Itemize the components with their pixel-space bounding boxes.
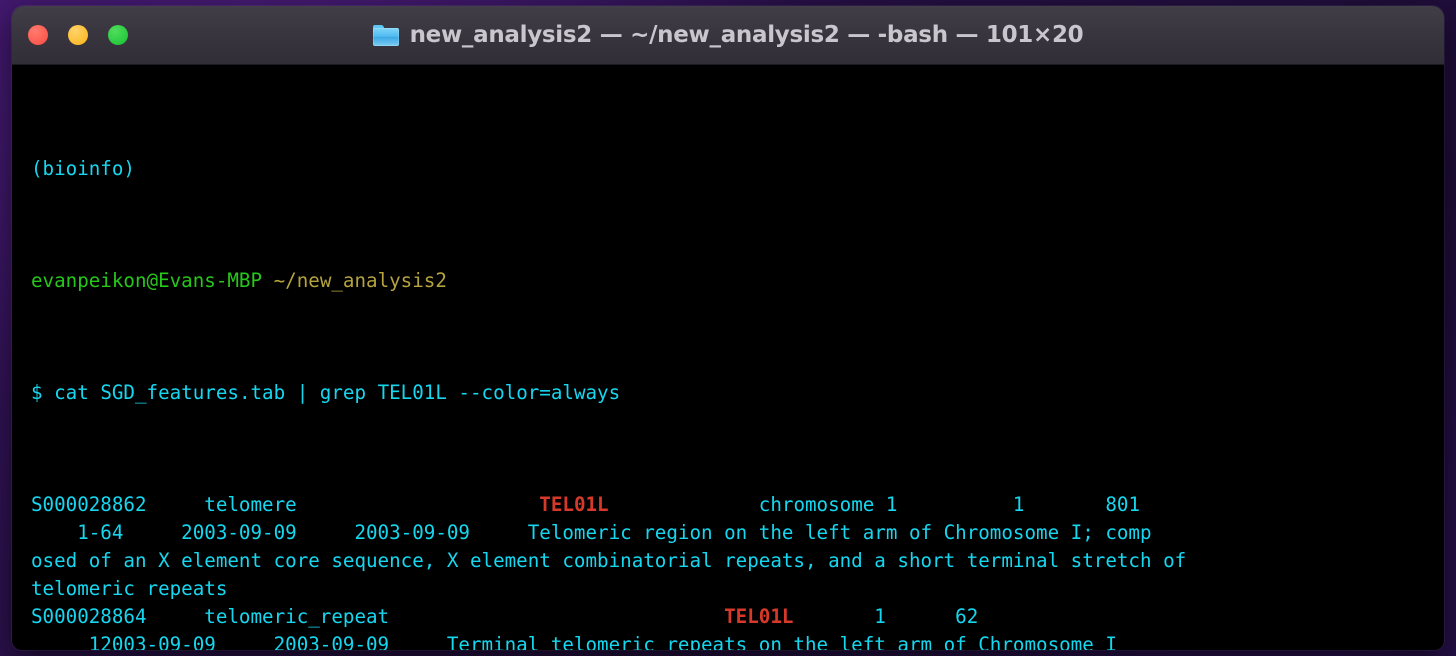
output-line: 1-64 2003-09-09 2003-09-09 Telomeric reg… — [31, 519, 1444, 547]
prompt-sigil: $ — [31, 381, 43, 404]
conda-env-label: (bioinfo) — [31, 157, 135, 180]
output-line: S000028862 telomere TEL01L chromosome 1 … — [31, 491, 1444, 519]
output-text: 1 62 — [793, 605, 979, 628]
output-line: S000028864 telomeric_repeat TEL01L 1 62 — [31, 603, 1444, 631]
output-text: chromosome 1 1 801 — [608, 493, 1140, 516]
output-text: 1-64 2003-09-09 2003-09-09 Telomeric reg… — [31, 521, 1152, 544]
traffic-lights — [28, 6, 128, 64]
close-button-icon[interactable] — [28, 25, 48, 45]
user-host-label: evanpeikon@Evans-MBP — [31, 269, 263, 292]
prompt-line-env-top: (bioinfo) — [31, 155, 1444, 183]
grep-match-highlight: TEL01L — [724, 605, 794, 628]
output-line: osed of an X element core sequence, X el… — [31, 547, 1444, 575]
maximize-button-icon[interactable] — [108, 25, 128, 45]
output-text: 12003-09-09 2003-09-09 Terminal telomeri… — [31, 633, 1117, 650]
command-line-top: $ cat SGD_features.tab | grep TEL01L --c… — [31, 379, 1444, 407]
output-line: 12003-09-09 2003-09-09 Terminal telomeri… — [31, 631, 1444, 650]
command-text: cat SGD_features.tab | grep TEL01L --col… — [42, 381, 621, 404]
minimize-button-icon[interactable] — [68, 25, 88, 45]
output-text: S000028864 telomeric_repeat — [31, 605, 725, 628]
output-text: S000028862 telomere — [31, 493, 540, 516]
grep-match-highlight: TEL01L — [539, 493, 609, 516]
cwd-path-label: ~/new_analysis2 — [273, 269, 447, 292]
prompt-line-userhost-top: evanpeikon@Evans-MBP ~/new_analysis2 — [31, 267, 1444, 295]
grep-output: S000028862 telomere TEL01L chromosome 1 … — [31, 491, 1444, 650]
title-bar[interactable]: new_analysis2 — ~/new_analysis2 — -bash … — [12, 6, 1444, 65]
window-title-text: new_analysis2 — ~/new_analysis2 — -bash … — [409, 22, 1084, 48]
terminal-output-area[interactable]: (bioinfo) evanpeikon@Evans-MBP ~/new_ana… — [12, 65, 1444, 650]
terminal-screen: (bioinfo) evanpeikon@Evans-MBP ~/new_ana… — [31, 71, 1444, 650]
output-text: telomeric repeats — [31, 577, 228, 600]
output-text: osed of an X element core sequence, X el… — [31, 549, 1187, 572]
folder-icon — [372, 24, 399, 46]
terminal-window: new_analysis2 — ~/new_analysis2 — -bash … — [12, 6, 1444, 650]
output-line: telomeric repeats — [31, 575, 1444, 603]
window-title: new_analysis2 — ~/new_analysis2 — -bash … — [372, 22, 1084, 48]
